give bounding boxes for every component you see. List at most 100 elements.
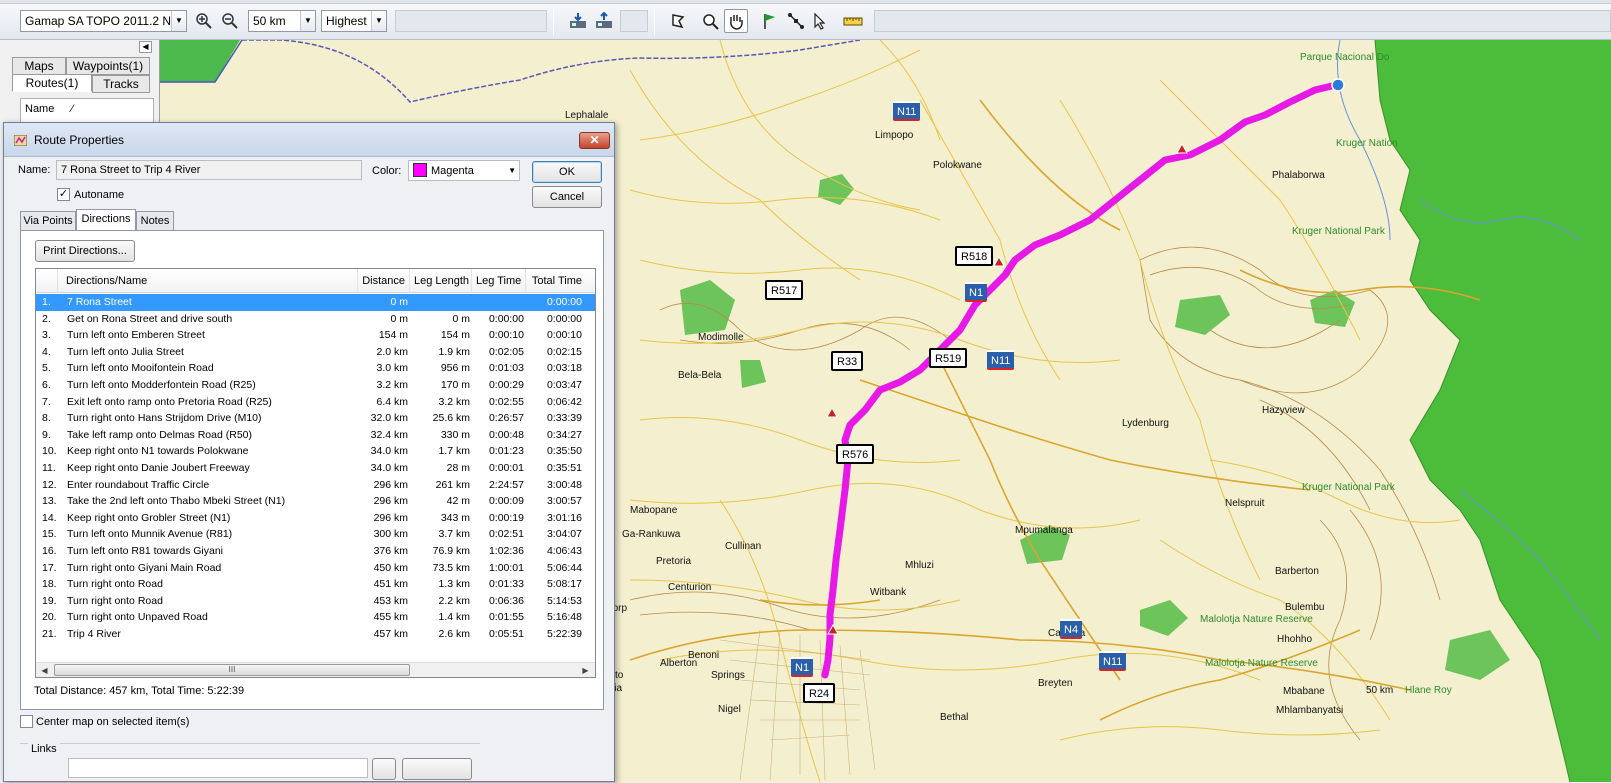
row-total-time: 0:34:27 <box>546 428 582 441</box>
horizontal-scrollbar[interactable]: ◀ III ▶ <box>36 662 595 677</box>
row-direction: Turn right onto Unpaved Road <box>67 611 208 624</box>
map-place-label: Hhohho <box>1277 634 1313 645</box>
table-row[interactable]: 12. Enter roundabout Traffic Circle 296 km… <box>36 477 595 494</box>
tab-directions[interactable]: Directions <box>76 209 136 231</box>
row-number: 14. <box>42 511 57 524</box>
zoom-in-button[interactable] <box>192 9 216 33</box>
detail-select[interactable]: Highest ▼ <box>321 10 387 32</box>
tab-label: Directions <box>81 213 131 225</box>
road-shield: N11 <box>1099 651 1127 671</box>
route-tool-button[interactable] <box>784 9 808 33</box>
row-total-time: 0:06:42 <box>546 395 582 408</box>
chevron-down-icon: ▼ <box>508 166 516 175</box>
scroll-right-icon[interactable]: ▶ <box>578 664 593 677</box>
table-row[interactable]: 4. Turn left onto Julia Street 2.0 km 1.9 k… <box>36 344 595 361</box>
row-leg-length: 330 m <box>440 428 470 441</box>
table-row[interactable]: 21. Trip 4 River 457 km 2.6 km 0:05:51 5:22:3… <box>36 626 595 643</box>
row-total-time: 0:33:39 <box>546 412 582 425</box>
map-place-label: Mhlambanyatsi <box>1276 705 1344 716</box>
column-header-distance[interactable]: Distance <box>358 269 410 293</box>
table-row[interactable]: 3. Turn left onto Emberen Street 154 m 154 … <box>36 327 595 344</box>
measure-tool-button[interactable] <box>841 9 865 33</box>
pointer-tool-button[interactable] <box>808 9 832 33</box>
center-map-checkbox[interactable] <box>20 715 33 728</box>
collapse-panel-button[interactable]: ◀ <box>139 41 152 53</box>
directions-table[interactable]: Directions/Name Distance Leg Length Leg … <box>35 268 596 678</box>
row-distance: 154 m <box>378 329 408 342</box>
map-place-label: Bulembu <box>1285 602 1325 613</box>
table-row[interactable]: 17. Turn right onto Giyani Main Road 450 k… <box>36 560 595 577</box>
table-row[interactable]: 9. Take left ramp onto Delmas Road (R50) 3… <box>36 427 595 444</box>
row-total-time: 0:03:18 <box>546 362 582 375</box>
table-row[interactable]: 11. Keep right onto Danie Joubert Freeway… <box>36 460 595 477</box>
table-row[interactable]: 1. 7 Rona Street 0 m 0:00:00 <box>36 294 595 311</box>
row-direction: 7 Rona Street <box>67 296 132 308</box>
receive-from-device-icon <box>570 13 586 28</box>
row-distance: 455 km <box>373 611 408 624</box>
zoom-in-icon <box>196 13 212 29</box>
table-row[interactable]: 13. Take the 2nd left onto Thabo Mbeki St… <box>36 493 595 510</box>
column-header-name[interactable]: Directions/Name <box>58 269 358 293</box>
route-name-field[interactable]: 7 Rona Street to Trip 4 River <box>56 160 362 180</box>
zoom-out-button[interactable] <box>218 9 242 33</box>
map-place-label: Hlane Roy <box>1405 685 1452 696</box>
table-row[interactable]: 20. Turn right onto Unpaved Road 455 km 1.4… <box>36 609 595 626</box>
zoom-tool-button[interactable] <box>698 9 722 33</box>
route-end-waypoint-icon[interactable] <box>1331 78 1345 92</box>
ruler-icon <box>843 17 863 26</box>
tab-waypoints[interactable]: Waypoints(1) <box>66 57 150 75</box>
scroll-left-icon[interactable]: ◀ <box>37 664 52 677</box>
receive-from-device-button[interactable] <box>566 9 590 33</box>
tab-label: Routes(1) <box>25 76 79 90</box>
table-row[interactable]: 6. Turn left onto Modderfontein Road (R25… <box>36 377 595 394</box>
table-row[interactable]: 10. Keep right onto N1 towards Polokwane 3… <box>36 443 595 460</box>
road-shield: R519 <box>929 348 968 368</box>
column-header-total-time[interactable]: Total Time <box>526 269 586 293</box>
dialog-title-bar[interactable]: Route Properties ✕ <box>4 123 614 157</box>
scroll-thumb[interactable]: III <box>54 664 410 676</box>
column-header-leg-length[interactable]: Leg Length <box>410 269 472 293</box>
row-total-time: 5:16:48 <box>546 611 582 624</box>
dialog-title: Route Properties <box>34 133 125 147</box>
table-row[interactable]: 7. Exit left onto ramp onto Pretoria Road… <box>36 394 595 411</box>
name-column-header[interactable]: Name <box>25 103 54 115</box>
row-total-time: 3:00:48 <box>546 478 582 491</box>
table-row[interactable]: 14. Keep right onto Grobler Street (N1) 29… <box>36 510 595 527</box>
tab-notes[interactable]: Notes <box>136 211 174 231</box>
send-to-device-button[interactable] <box>592 9 616 33</box>
row-direction: Turn right onto Road <box>67 578 163 591</box>
tab-tracks[interactable]: Tracks <box>92 75 150 93</box>
ok-button[interactable]: OK <box>532 161 602 183</box>
map-product-select[interactable]: Gamap SA TOPO 2011.2 NT ▼ <box>20 10 187 32</box>
pan-tool-button[interactable] <box>724 9 748 33</box>
row-leg-time: 0:06:36 <box>488 594 524 607</box>
road-shield: N4 <box>1060 619 1083 639</box>
close-button[interactable]: ✕ <box>579 132 610 149</box>
name-label: Name: <box>18 164 51 176</box>
autoname-checkbox[interactable]: ✓ <box>57 188 70 201</box>
waypoint-tool-button[interactable] <box>758 9 782 33</box>
scale-select[interactable]: 50 km ▼ <box>248 10 316 32</box>
table-row[interactable]: 2. Get on Rona Street and drive south 0 m 0… <box>36 311 595 328</box>
links-field[interactable] <box>68 758 368 778</box>
tab-routes[interactable]: Routes(1) <box>12 74 92 92</box>
table-row[interactable]: 16. Turn left onto R81 towards Giyani 376 … <box>36 543 595 560</box>
table-row[interactable]: 19. Turn right onto Road 453 km 2.2 km 0:06:… <box>36 593 595 610</box>
select-tool-button[interactable] <box>666 9 690 33</box>
column-header-leg-time[interactable]: Leg Time <box>472 269 526 293</box>
table-row[interactable]: 8. Turn right onto Hans Strijdom Drive (M… <box>36 410 595 427</box>
table-row[interactable]: 18. Turn right onto Road 451 km 1.3 km 0:01:… <box>36 576 595 593</box>
scale-value: 50 km <box>253 14 286 28</box>
print-directions-button[interactable]: Print Directions... <box>35 240 135 262</box>
table-row[interactable]: 5. Turn left onto Mooifontein Road 3.0 km 9… <box>36 360 595 377</box>
links-aux-button[interactable] <box>372 758 396 780</box>
row-leg-length: 42 m <box>446 495 470 508</box>
tab-maps[interactable]: Maps <box>12 57 66 75</box>
color-select[interactable]: Magenta ▼ <box>408 160 520 181</box>
center-map-label: Center map on selected item(s) <box>36 716 190 728</box>
table-row[interactable]: 15. Turn left onto Munnik Avenue (R81) 300… <box>36 526 595 543</box>
links-edit-button[interactable] <box>402 758 472 780</box>
tab-via-points[interactable]: Via Points <box>20 211 76 231</box>
row-distance: 450 km <box>373 561 408 574</box>
cancel-button[interactable]: Cancel <box>532 186 602 208</box>
